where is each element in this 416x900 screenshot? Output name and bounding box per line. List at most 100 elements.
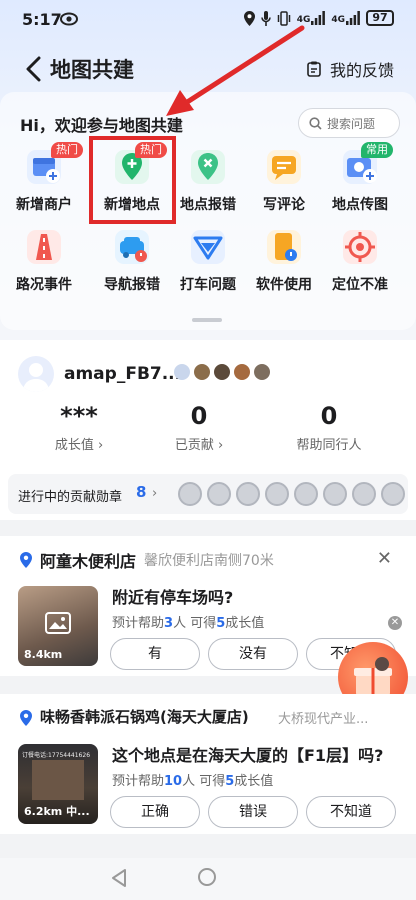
medals-in-progress[interactable]: 进行中的贡献勋章 8 › <box>8 474 408 514</box>
tool-label: 打车问题 <box>180 277 236 293</box>
stat-label: 已贡献 › <box>174 438 224 453</box>
signal-bars-icon <box>311 11 326 25</box>
tool-upload-place-photo[interactable]: 常用 地点传图 <box>320 142 400 220</box>
tool-traffic-event[interactable]: 路况事件 <box>4 230 84 300</box>
page-indicator <box>192 318 222 322</box>
medals-label: 进行中的贡献勋章 <box>18 490 123 505</box>
search-input[interactable]: 搜索问题 <box>298 108 400 138</box>
tool-inaccurate-location[interactable]: 定位不准 <box>320 230 400 300</box>
answer-yes-button[interactable]: 有 <box>110 638 200 670</box>
stat-label: 帮助同行人 <box>296 438 362 453</box>
hot-badge: 热门 <box>51 142 83 158</box>
comment-icon <box>267 150 301 184</box>
thumb-caption: 中... <box>66 805 90 818</box>
meta-text: 人 可得 <box>173 616 217 631</box>
contribution-tools-card: Hi，欢迎参与地图共建 搜索问题 热门 新增商户 热门 新增地点 地点报错 写评… <box>0 92 416 330</box>
meta-text: 预计帮助 <box>112 774 165 789</box>
place-photo[interactable]: 8.4km <box>18 586 98 666</box>
stat-label: 成长值 › <box>54 438 104 453</box>
meta-number: 10 <box>164 774 183 789</box>
page-title: 地图共建 <box>50 58 134 82</box>
meta-number: 5 <box>216 616 226 631</box>
my-feedback-button[interactable]: 我的反馈 <box>306 57 394 81</box>
medal-icon <box>178 482 202 506</box>
distance-label: 6.2km 中... <box>24 803 90 819</box>
status-time: 5:17 <box>22 10 62 29</box>
common-badge: 常用 <box>361 142 393 158</box>
task-card: 味畅香韩派石锅鸡(海天大厦店) 大桥现代产业... 订餐电话:177544416… <box>0 694 416 834</box>
answer-correct-button[interactable]: 正确 <box>110 796 200 828</box>
tool-label: 写评论 <box>263 197 305 213</box>
medal-icon <box>236 482 260 506</box>
meta-text: 预计帮助 <box>112 616 165 631</box>
distance-value: 6.2km <box>24 805 63 818</box>
tool-report-place-error[interactable]: 地点报错 <box>168 150 248 220</box>
tool-navigation-error[interactable]: 导航报错 <box>92 230 172 300</box>
badge-icon <box>174 364 190 380</box>
store-icon: 热门 <box>27 142 83 184</box>
annotation-arrow-icon <box>166 25 305 116</box>
place-name[interactable]: 阿童木便利店 <box>40 548 136 572</box>
gps-target-icon <box>343 230 377 264</box>
close-icon[interactable]: ✕ <box>388 616 402 630</box>
nav-home-icon[interactable] <box>198 868 216 886</box>
badge-icon <box>194 364 210 380</box>
helped-stat: 0 帮助同行人 <box>264 402 394 453</box>
answer-no-button[interactable]: 没有 <box>208 638 298 670</box>
photo-upload-icon: 常用 <box>343 142 393 184</box>
taxi-icon <box>191 230 225 264</box>
greeting-text: Hi，欢迎参与地图共建 <box>20 116 183 135</box>
tool-label: 定位不准 <box>332 277 388 293</box>
tool-taxi-issue[interactable]: 打车问题 <box>168 230 248 300</box>
place-name[interactable]: 味畅香韩派石锅鸡(海天大厦店) <box>40 706 249 727</box>
eye-icon <box>60 12 78 26</box>
meta-number: 5 <box>225 774 235 789</box>
chevron-right-icon: › <box>152 486 158 501</box>
profile-card: amap_FB7... *** 成长值 › 0 已贡献 › 0 帮助同行人 进行… <box>0 340 416 520</box>
back-arrow-icon[interactable] <box>24 56 42 82</box>
nav-back-icon[interactable] <box>110 868 128 888</box>
highlight-annotation <box>89 136 176 224</box>
stat-value: 0 <box>190 402 208 430</box>
tool-add-merchant[interactable]: 热门 新增商户 <box>4 142 84 220</box>
close-icon[interactable]: ✕ <box>377 548 392 569</box>
tool-label: 导航报错 <box>104 277 160 293</box>
question-text: 附近有停车场吗? <box>112 588 234 607</box>
tool-label: 软件使用 <box>256 277 312 293</box>
stat-value: *** <box>60 402 98 430</box>
tool-write-review[interactable]: 写评论 <box>244 150 324 220</box>
meta-text: 人 可得 <box>182 774 226 789</box>
place-error-icon <box>191 150 225 184</box>
meta-number: 3 <box>164 616 174 631</box>
medal-icon <box>381 482 405 506</box>
system-nav-bar <box>0 858 416 900</box>
road-event-icon <box>27 230 61 264</box>
avatar[interactable] <box>18 356 54 392</box>
username: amap_FB7... <box>64 364 182 384</box>
location-pin-icon <box>20 552 32 568</box>
tool-app-usage[interactable]: 软件使用 <box>244 230 324 300</box>
place-address: 大桥现代产业... <box>278 712 369 727</box>
thumb-phone-text: 订餐电话:17754441626 <box>22 752 91 759</box>
badge-icon <box>234 364 250 380</box>
search-icon <box>309 116 322 130</box>
storefront-image <box>32 760 84 800</box>
stat-value: 0 <box>320 402 338 430</box>
answer-unknown-button[interactable]: 不知道 <box>306 796 396 828</box>
image-placeholder-icon <box>45 612 71 634</box>
tool-label: 地点传图 <box>332 197 388 213</box>
meta-text: 成长值 <box>225 616 265 631</box>
reward-meta: 预计帮助10人 可得5成长值 <box>112 770 273 789</box>
place-photo[interactable]: 订餐电话:17754441626 6.2km 中... <box>18 744 98 824</box>
tool-label: 地点报错 <box>180 197 236 213</box>
growth-stat[interactable]: *** 成长值 › <box>14 402 144 453</box>
search-placeholder: 搜索问题 <box>327 116 376 131</box>
phone-help-icon <box>267 230 301 264</box>
badge-icon <box>214 364 230 380</box>
tool-label: 新增商户 <box>16 197 72 213</box>
medal-list <box>178 482 405 506</box>
contributed-stat[interactable]: 0 已贡献 › <box>134 402 264 453</box>
achievement-badges[interactable] <box>174 364 270 380</box>
answer-wrong-button[interactable]: 错误 <box>208 796 298 828</box>
distance-label: 8.4km <box>24 648 63 661</box>
